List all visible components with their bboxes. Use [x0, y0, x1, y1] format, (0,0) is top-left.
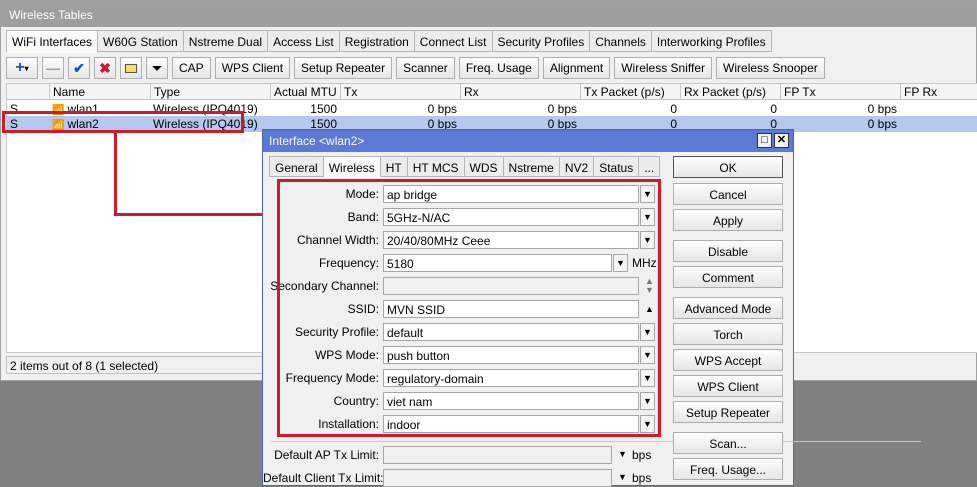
row-fp-tx: 0 bps — [867, 102, 897, 116]
disable-button[interactable]: Disable — [673, 240, 783, 262]
column-flag[interactable] — [7, 84, 49, 100]
wireless-snooper-button[interactable]: Wireless Snooper — [716, 57, 825, 79]
window-title: Wireless Tables — [1, 1, 976, 27]
row-tx: 0 bps — [427, 102, 457, 116]
maximize-icon[interactable]: □ — [757, 133, 772, 148]
scanner-button[interactable]: Scanner — [396, 57, 455, 79]
status-bar: 2 items out of 8 (1 selected) — [6, 356, 266, 374]
tab-connect-list[interactable]: Connect List — [414, 30, 493, 52]
freq-usage-dialog-button[interactable]: Freq. Usage... — [673, 458, 783, 480]
disable-icon[interactable]: ✖ — [94, 57, 116, 79]
tab-nstreme[interactable]: Nstreme — [503, 156, 560, 177]
dialog-tabs: General Wireless HT HT MCS WDS Nstreme N… — [269, 156, 661, 177]
comment-icon[interactable] — [120, 57, 142, 79]
default-ap-tx-limit-unit: bps — [632, 448, 652, 462]
column-rx-packet[interactable]: Rx Packet (p/s) — [680, 84, 780, 100]
cancel-button[interactable]: Cancel — [673, 183, 783, 205]
toolbar: + ▾ — ✔ ✖ ⏷ CAP WPS Client Setup Repeater… — [6, 56, 825, 80]
tab-w60g-station[interactable]: W60G Station — [98, 30, 184, 52]
column-name[interactable]: Name — [49, 84, 150, 100]
row-mtu: 1500 — [310, 102, 337, 116]
alignment-button[interactable]: Alignment — [542, 57, 611, 79]
tab-access-list[interactable]: Access List — [268, 30, 340, 52]
default-client-tx-limit-field: Default Client Tx Limit: ▼ bps — [263, 469, 663, 487]
tab-ht-mcs[interactable]: HT MCS — [407, 156, 465, 177]
tab-nstreme-dual[interactable]: Nstreme Dual — [183, 30, 269, 52]
row-rx-packet: 0 — [770, 102, 777, 116]
column-type[interactable]: Type — [150, 84, 270, 100]
dialog-title-buttons: □ ✕ — [757, 133, 789, 148]
row-fp-tx: 0 bps — [867, 117, 897, 131]
tab-more[interactable]: ... — [639, 156, 661, 177]
add-icon[interactable]: + ▾ — [6, 57, 38, 79]
default-client-tx-limit-input[interactable] — [383, 469, 612, 487]
default-ap-tx-limit-field: Default AP Tx Limit: ▼ bps — [263, 446, 663, 464]
tab-general[interactable]: General — [269, 156, 324, 177]
scan-button[interactable]: Scan... — [673, 432, 783, 454]
remove-icon[interactable]: — — [42, 57, 64, 79]
setup-repeater-button[interactable]: Setup Repeater — [294, 57, 393, 79]
column-tx-packet[interactable]: Tx Packet (p/s) — [580, 84, 680, 100]
apply-button[interactable]: Apply — [673, 209, 783, 231]
row-rx: 0 bps — [547, 102, 577, 116]
close-icon[interactable]: ✕ — [774, 133, 789, 148]
table-header: Name Type Actual MTU Tx Rx Tx Packet (p/… — [7, 84, 977, 100]
wireless-sniffer-button[interactable]: Wireless Sniffer — [614, 57, 713, 79]
tab-wireless[interactable]: Wireless — [323, 156, 381, 177]
tab-wifi-interfaces[interactable]: WiFi Interfaces — [6, 30, 99, 53]
ok-button[interactable]: OK — [673, 156, 783, 178]
enable-icon[interactable]: ✔ — [68, 57, 90, 79]
column-tx[interactable]: Tx — [340, 84, 460, 100]
row-highlight-annotation — [2, 111, 244, 133]
dialog-title: Interface <wlan2> — [263, 130, 793, 152]
advanced-mode-button[interactable]: Advanced Mode — [673, 297, 783, 319]
wps-client-dialog-button[interactable]: WPS Client — [673, 375, 783, 397]
wps-accept-button[interactable]: WPS Accept — [673, 349, 783, 371]
default-client-tx-limit-label: Default Client Tx Limit: — [263, 471, 384, 485]
annotation-connector-vertical — [114, 132, 117, 216]
torch-button[interactable]: Torch — [673, 323, 783, 345]
tab-interworking-profiles[interactable]: Interworking Profiles — [651, 30, 772, 52]
comment-button[interactable]: Comment — [673, 266, 783, 288]
freq-usage-button[interactable]: Freq. Usage — [458, 57, 539, 79]
default-ap-tx-limit-label: Default AP Tx Limit: — [274, 448, 379, 462]
default-client-tx-limit-dropdown-icon[interactable]: ▼ — [618, 472, 627, 482]
annotation-connector-horizontal — [114, 213, 280, 216]
column-fp-rx[interactable]: FP Rx — [900, 84, 977, 100]
main-tabs: WiFi Interfaces W60G Station Nstreme Dua… — [6, 30, 772, 53]
tab-wds[interactable]: WDS — [464, 156, 504, 177]
wps-client-button[interactable]: WPS Client — [214, 57, 291, 79]
tab-channels[interactable]: Channels — [590, 30, 652, 52]
section-divider — [271, 441, 921, 442]
cap-button[interactable]: CAP — [172, 57, 211, 79]
default-ap-tx-limit-input[interactable] — [383, 446, 612, 464]
tab-security-profiles[interactable]: Security Profiles — [492, 30, 591, 52]
default-client-tx-limit-unit: bps — [632, 471, 652, 485]
tab-ht[interactable]: HT — [380, 156, 408, 177]
tab-status[interactable]: Status — [594, 156, 640, 177]
column-actual-mtu[interactable]: Actual MTU — [270, 84, 340, 100]
filter-icon[interactable]: ⏷ — [146, 57, 168, 79]
tab-registration[interactable]: Registration — [339, 30, 415, 52]
setup-repeater-dialog-button[interactable]: Setup Repeater — [673, 401, 783, 423]
fields-highlight-annotation — [277, 179, 661, 437]
column-rx[interactable]: Rx — [460, 84, 580, 100]
row-tx-packet: 0 — [670, 102, 677, 116]
default-ap-tx-limit-dropdown-icon[interactable]: ▼ — [618, 449, 627, 459]
column-fp-tx[interactable]: FP Tx — [780, 84, 900, 100]
tab-nv2[interactable]: NV2 — [559, 156, 595, 177]
